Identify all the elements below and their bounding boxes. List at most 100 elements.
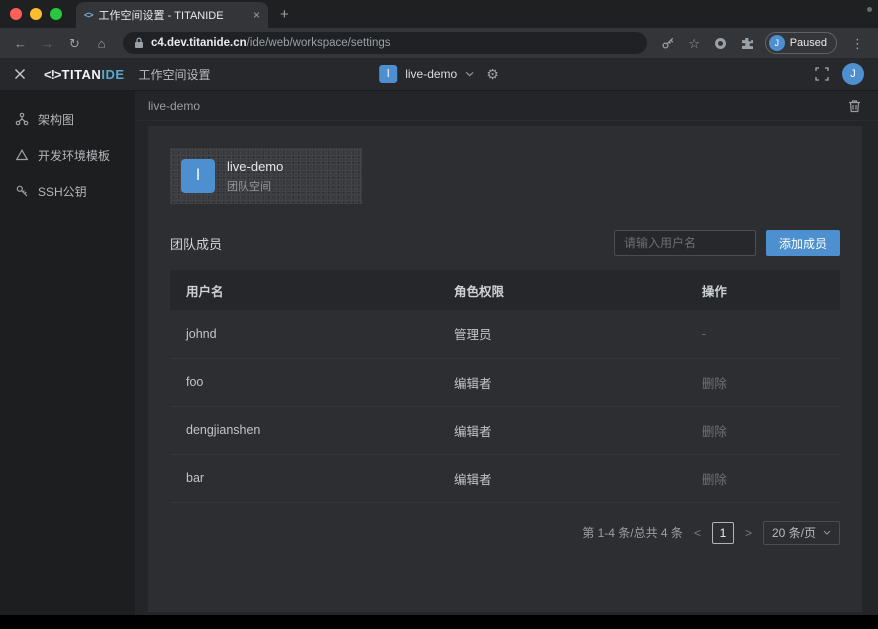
- profile-avatar: J: [769, 35, 785, 51]
- cell-role: 编辑者: [438, 358, 686, 406]
- delete-member-link[interactable]: 删除: [686, 454, 840, 502]
- workspace-badge: l: [379, 65, 397, 83]
- profile-status: Paused: [790, 37, 827, 49]
- url-path: /ide/web/workspace/settings: [247, 37, 391, 49]
- sidebar-item-architecture[interactable]: 架构图: [0, 101, 135, 137]
- pagination-next-icon[interactable]: >: [745, 526, 752, 540]
- workspace-card-name: live-demo: [227, 159, 283, 174]
- app-header-right: J: [815, 63, 864, 85]
- table-row: johnd 管理员 -: [170, 310, 840, 358]
- sidebar: 架构图 开发环境模板 SSH公钥: [0, 91, 135, 615]
- members-heading: 团队成员: [170, 234, 222, 253]
- main-topbar: live-demo: [135, 91, 878, 121]
- cell-username: dengjianshen: [170, 406, 438, 454]
- members-toolbar: 团队成员 添加成员: [170, 230, 840, 256]
- app-header: <!> TITANIDE 工作空间设置 l live-demo ⚙ J: [0, 58, 878, 91]
- architecture-diagram-icon: [15, 112, 29, 126]
- workspace-name: live-demo: [405, 67, 457, 81]
- pagination-page-1[interactable]: 1: [712, 522, 734, 544]
- workspace-card: l live-demo 团队空间: [170, 148, 362, 204]
- tab-strip: <> 工作空间设置 - TITANIDE × +: [0, 0, 878, 28]
- delete-workspace-trash-icon[interactable]: [848, 99, 861, 113]
- column-header-action: 操作: [686, 270, 840, 310]
- browser-toolbar: ← → ↻ ⌂ c4.dev.titanide.cn/ide/web/works…: [0, 28, 878, 58]
- pagination-summary: 第 1-4 条/总共 4 条: [582, 524, 683, 541]
- bookmark-star-icon[interactable]: ☆: [682, 37, 707, 50]
- table-row: foo 编辑者 删除: [170, 358, 840, 406]
- cell-role: 编辑者: [438, 406, 686, 454]
- url-domain: c4.dev.titanide.cn: [151, 37, 247, 49]
- cell-role: 管理员: [438, 310, 686, 358]
- workspace-card-type: 团队空间: [227, 178, 283, 194]
- sidebar-item-dev-template[interactable]: 开发环境模板: [0, 137, 135, 173]
- members-actions: 添加成员: [614, 230, 840, 256]
- extensions-puzzle-icon[interactable]: [735, 36, 759, 50]
- sidebar-item-label: 架构图: [38, 111, 74, 128]
- page-size-value: 20 条/页: [772, 524, 816, 541]
- app-logo: <!> TITANIDE: [44, 67, 125, 82]
- select-chevron-down-icon: [823, 530, 831, 535]
- cell-username: johnd: [170, 310, 438, 358]
- cell-username: bar: [170, 454, 438, 502]
- pagination: 第 1-4 条/总共 4 条 < 1 > 20 条/页: [170, 521, 840, 545]
- column-header-username: 用户名: [170, 270, 438, 310]
- browser-tab[interactable]: <> 工作空间设置 - TITANIDE ×: [76, 2, 268, 28]
- brand-name-sub: IDE: [101, 67, 124, 82]
- ssh-key-icon: [15, 184, 29, 198]
- workspace-card-meta: live-demo 团队空间: [227, 159, 283, 194]
- browser-window: <> 工作空间设置 - TITANIDE × + ← → ↻ ⌂ c4.dev.…: [0, 0, 878, 629]
- sidebar-item-label: 开发环境模板: [38, 147, 110, 164]
- chevron-down-icon: [465, 71, 474, 77]
- browser-menu-icon[interactable]: ⋮: [845, 37, 870, 50]
- zoom-window-button[interactable]: [50, 8, 62, 20]
- reload-button[interactable]: ↻: [62, 37, 87, 50]
- user-avatar[interactable]: J: [842, 63, 864, 85]
- template-icon: [15, 148, 29, 162]
- minimize-window-button[interactable]: [30, 8, 42, 20]
- fullscreen-icon[interactable]: [815, 67, 829, 81]
- username-input[interactable]: [614, 230, 756, 256]
- tab-favicon-icon: <>: [84, 10, 93, 20]
- main-area: live-demo l live-demo 团队空间 团队成员: [135, 91, 878, 615]
- extension-circle-icon[interactable]: [709, 38, 733, 49]
- back-button[interactable]: ←: [8, 37, 33, 50]
- app-body: 架构图 开发环境模板 SSH公钥 live-demo l: [0, 91, 878, 615]
- close-window-button[interactable]: [10, 8, 22, 20]
- pagination-prev-icon[interactable]: <: [694, 526, 701, 540]
- address-bar[interactable]: c4.dev.titanide.cn/ide/web/workspace/set…: [123, 32, 647, 54]
- traffic-lights: [0, 0, 72, 28]
- tab-close-icon[interactable]: ×: [253, 9, 260, 21]
- home-button[interactable]: ⌂: [89, 37, 114, 50]
- table-header-row: 用户名 角色权限 操作: [170, 270, 840, 310]
- workspace-card-badge: l: [181, 159, 215, 193]
- add-member-button[interactable]: 添加成员: [766, 230, 840, 256]
- brand-name-main: TITAN: [62, 67, 102, 82]
- sidebar-item-ssh-key[interactable]: SSH公钥: [0, 173, 135, 209]
- new-tab-button[interactable]: +: [268, 0, 301, 28]
- bottom-letterbox: [0, 615, 878, 629]
- sidebar-item-label: SSH公钥: [38, 183, 87, 200]
- logo-glyph-icon: <!>: [44, 67, 61, 82]
- password-key-icon[interactable]: [656, 36, 680, 50]
- cell-role: 编辑者: [438, 454, 686, 502]
- page-url: c4.dev.titanide.cn/ide/web/workspace/set…: [151, 37, 390, 49]
- app-close-icon[interactable]: [14, 68, 26, 80]
- window-corner-dot: [867, 7, 872, 12]
- workspace-settings-gear-icon[interactable]: ⚙: [486, 67, 499, 81]
- breadcrumb: live-demo: [148, 99, 200, 113]
- cell-action: -: [686, 310, 840, 358]
- forward-button[interactable]: →: [35, 37, 60, 50]
- delete-member-link[interactable]: 删除: [686, 358, 840, 406]
- app-title: 工作空间设置: [139, 66, 211, 83]
- workspace-switcher[interactable]: l live-demo ⚙: [379, 65, 499, 83]
- column-header-role: 角色权限: [438, 270, 686, 310]
- site-security-lock-icon[interactable]: [134, 37, 144, 49]
- table-row: dengjianshen 编辑者 删除: [170, 406, 840, 454]
- profile-pill[interactable]: J Paused: [765, 32, 837, 54]
- members-table: 用户名 角色权限 操作 johnd 管理员 - foo: [170, 270, 840, 503]
- page-size-select[interactable]: 20 条/页: [763, 521, 840, 545]
- cell-username: foo: [170, 358, 438, 406]
- delete-member-link[interactable]: 删除: [686, 406, 840, 454]
- settings-card: l live-demo 团队空间 团队成员 添加成员: [148, 126, 862, 612]
- table-row: bar 编辑者 删除: [170, 454, 840, 502]
